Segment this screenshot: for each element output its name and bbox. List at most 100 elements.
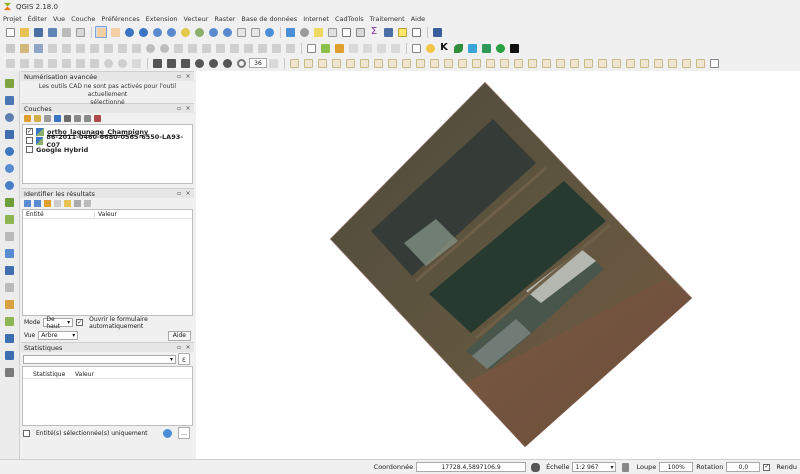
pan-map-button[interactable]: [95, 26, 107, 38]
vector-tool-26-button[interactable]: [638, 57, 650, 69]
measure-line-button[interactable]: [4, 298, 16, 310]
toggle-editing-button[interactable]: [18, 42, 30, 54]
add-spatialite-layer-button[interactable]: [4, 128, 16, 140]
zoom-value-dropdown[interactable]: [267, 57, 279, 69]
vector-tool-16-button[interactable]: [498, 57, 510, 69]
menu-raster[interactable]: Raster: [214, 15, 235, 23]
vector-tool-3-button[interactable]: [316, 57, 328, 69]
square-tool-button[interactable]: [151, 57, 163, 69]
dropdown-tool-button[interactable]: [130, 57, 142, 69]
expression-button[interactable]: ε: [178, 353, 190, 365]
refresh-button[interactable]: [263, 26, 275, 38]
map-canvas[interactable]: [196, 71, 800, 459]
save-as-button[interactable]: [46, 26, 58, 38]
coordinate-field[interactable]: 17728.4,5897106.9: [416, 462, 527, 472]
extend-button[interactable]: [88, 57, 100, 69]
menu-editer[interactable]: Éditer: [28, 15, 47, 23]
vector-tool-12-button[interactable]: [442, 57, 454, 69]
reshape-button[interactable]: [242, 42, 254, 54]
pan-to-selection-button[interactable]: [109, 26, 121, 38]
add-vector-layer-button[interactable]: [4, 77, 16, 89]
identify-button[interactable]: [284, 26, 296, 38]
float-icon[interactable]: ▫: [176, 344, 182, 351]
add-feature-button[interactable]: [46, 42, 58, 54]
mode-select[interactable]: De haut ▾: [43, 316, 74, 330]
layer-labeling-button[interactable]: [305, 42, 317, 54]
rotate-feature-button[interactable]: [18, 57, 30, 69]
clear-results-icon[interactable]: [54, 200, 61, 207]
vector-tool-7-button[interactable]: [372, 57, 384, 69]
redo-button[interactable]: [158, 42, 170, 54]
circle-center-button[interactable]: [207, 57, 219, 69]
zoom-next-button[interactable]: [221, 26, 233, 38]
cadtools-button[interactable]: [424, 42, 436, 54]
text-annotation-button[interactable]: [410, 26, 422, 38]
copy-features-button[interactable]: [116, 42, 128, 54]
current-edits-button[interactable]: [4, 42, 16, 54]
delete-ring-button[interactable]: [214, 42, 226, 54]
vector-tool-28-button[interactable]: [666, 57, 678, 69]
change-label-button[interactable]: [375, 42, 387, 54]
add-delimited-text-button[interactable]: [4, 196, 16, 208]
gps-button[interactable]: [4, 281, 16, 293]
trim-button[interactable]: [74, 57, 86, 69]
float-icon[interactable]: ▫: [176, 105, 182, 112]
add-ring-button[interactable]: [172, 42, 184, 54]
scale-select[interactable]: 1:2 967 ▾: [572, 462, 617, 472]
add-wcs-layer-button[interactable]: [4, 162, 16, 174]
layer-visibility-checkbox[interactable]: [26, 146, 33, 153]
menu-traitement[interactable]: Traitement: [370, 15, 405, 23]
auto-open-checkbox[interactable]: ✓: [76, 319, 84, 326]
float-icon[interactable]: ▫: [176, 190, 182, 197]
remove-layer-icon[interactable]: [94, 115, 101, 122]
arc-tool-button[interactable]: [116, 57, 128, 69]
vector-tool-21-button[interactable]: [568, 57, 580, 69]
menu-projet[interactable]: Projet: [3, 15, 22, 23]
snapping-button[interactable]: [4, 57, 16, 69]
raster-calc-button[interactable]: [4, 315, 16, 327]
vertex-tool-button[interactable]: [46, 57, 58, 69]
render-checkbox[interactable]: ✓: [763, 463, 771, 471]
leaf-plugin-button[interactable]: [452, 42, 464, 54]
close-icon[interactable]: ×: [185, 190, 191, 197]
menu-vue[interactable]: Vue: [53, 15, 65, 23]
rotate-label-button[interactable]: [361, 42, 373, 54]
settings-icon[interactable]: [84, 200, 91, 207]
polygon-regular-button[interactable]: [221, 57, 233, 69]
node-tool-button[interactable]: [74, 42, 86, 54]
fill-ring-button[interactable]: [200, 42, 212, 54]
add-oracle-button[interactable]: [4, 264, 16, 276]
zoom-in-button[interactable]: [123, 26, 135, 38]
rect-points-button[interactable]: [179, 57, 191, 69]
vector-tool-19-button[interactable]: [540, 57, 552, 69]
filter-icon[interactable]: [54, 115, 61, 122]
circle-tool-button[interactable]: [102, 57, 114, 69]
col-entity[interactable]: Entité: [23, 210, 95, 218]
raster-plugin-button[interactable]: [480, 42, 492, 54]
zoom-last-button[interactable]: [207, 26, 219, 38]
add-virtual-layer-button[interactable]: [4, 213, 16, 225]
open-project-button[interactable]: [18, 26, 30, 38]
new-spatialite-button[interactable]: [4, 247, 16, 259]
add-raster-layer-button[interactable]: [4, 94, 16, 106]
float-icon[interactable]: ▫: [176, 73, 182, 80]
add-db2-button[interactable]: [4, 349, 16, 361]
help-button[interactable]: Aide: [167, 330, 191, 341]
layer-style-icon[interactable]: [24, 115, 31, 122]
measure-button[interactable]: [382, 26, 394, 38]
vector-tool-23-button[interactable]: [596, 57, 608, 69]
cut-features-button[interactable]: [102, 42, 114, 54]
zoom-actual-button[interactable]: [151, 26, 163, 38]
vector-tool-17-button[interactable]: [512, 57, 524, 69]
zoom-out-button[interactable]: [137, 26, 149, 38]
vector-tool-14-button[interactable]: [470, 57, 482, 69]
layer-item[interactable]: 86-2011-0460-6680-0565-6550-LA93-C07: [26, 133, 189, 149]
statistics-layer-select[interactable]: ▾: [23, 354, 176, 364]
add-postgis-layer-button[interactable]: [4, 111, 16, 123]
circle-tolerance-button[interactable]: [235, 57, 247, 69]
fill-tool-button[interactable]: [60, 57, 72, 69]
expand-new-icon[interactable]: [44, 200, 51, 207]
menu-vecteur[interactable]: Vecteur: [184, 15, 209, 23]
refresh-statistics-button[interactable]: [161, 427, 173, 439]
collapse-all-icon[interactable]: [84, 115, 91, 122]
